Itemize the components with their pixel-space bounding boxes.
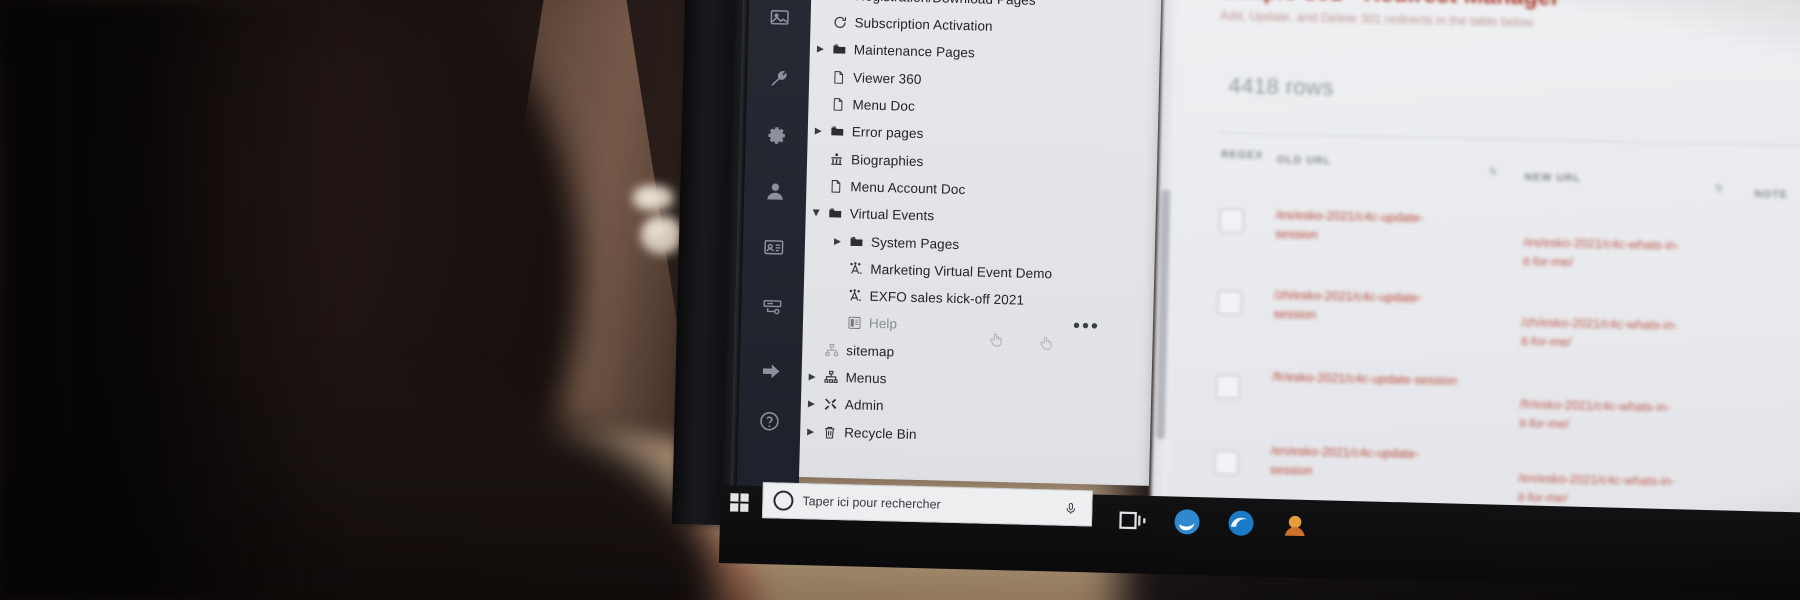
tree-node-label: Maintenance Pages [853, 42, 976, 61]
toolbox-icon[interactable] [747, 62, 810, 98]
page-a-icon [846, 287, 863, 304]
page-a-icon [847, 260, 864, 277]
refresh-icon [831, 14, 848, 31]
row-checkbox[interactable] [1215, 374, 1241, 400]
column-header-note: NOTE [1754, 188, 1789, 201]
column-header-new-url[interactable]: NEW URL [1525, 171, 1582, 184]
search-input[interactable]: Taper ici pour rechercher [762, 482, 1093, 527]
tree-node-label: Error pages [851, 124, 924, 142]
document-icon [830, 68, 847, 85]
tree-node[interactable]: ▶Viewer 360 [815, 62, 922, 93]
tree-node-label: Admin [844, 397, 884, 414]
cell-old-url[interactable]: /es/esko-2021/c4c-update-session [1275, 206, 1461, 249]
tree-node-label: Recycle Bin [844, 424, 917, 442]
folder-icon [827, 205, 844, 222]
row-checkbox[interactable] [1217, 290, 1243, 316]
lamp-control-lower [640, 215, 684, 255]
tree-toggle-icon[interactable]: ▶ [806, 426, 815, 436]
tree-node-label: Registration/Download Pages [855, 0, 1036, 8]
media-library-icon[interactable] [748, 0, 811, 35]
overflow-menu-button[interactable]: ••• [1073, 315, 1101, 338]
folder-icon [829, 123, 846, 140]
server-icon[interactable] [741, 290, 804, 326]
publish-icon[interactable] [739, 353, 802, 389]
sort-toggle-new-url[interactable]: ⇅ [1714, 183, 1723, 194]
menus-icon [822, 369, 839, 386]
document-icon [829, 96, 846, 113]
tree-node[interactable]: ▶ Admin [807, 390, 884, 420]
edge-icon[interactable] [1226, 508, 1257, 539]
tree-node-label: Menu Account Doc [850, 179, 966, 198]
tree-node-label: Menus [845, 370, 887, 387]
cell-new-url[interactable]: /fr/esko-2021/c4c-whats-in-it-for-me/ [1519, 395, 1680, 437]
photo-scene: ▶…and Regulations▶Registration/Download … [0, 0, 1800, 600]
tree-node[interactable]: ▶Biographies [813, 144, 924, 175]
folder-icon [831, 41, 848, 58]
folder-icon [848, 233, 865, 250]
sitemap-icon [823, 341, 840, 358]
tree-node-label: Viewer 360 [852, 69, 922, 87]
start-button[interactable] [728, 491, 751, 514]
help-icon[interactable] [738, 403, 801, 439]
document-icon [827, 178, 844, 195]
tree-node-label: Help [868, 316, 898, 332]
sort-toggle-old-url[interactable]: ⇅ [1489, 166, 1498, 177]
tree-node-label: sitemap [846, 342, 895, 360]
tree-node[interactable]: ▶Help [831, 309, 898, 339]
tree-node-label: System Pages [870, 234, 960, 252]
tree-node[interactable]: ▶sitemap [808, 335, 895, 365]
contact-card-icon[interactable] [742, 230, 805, 266]
app-icon [846, 315, 863, 332]
laptop-screen: ▶…and Regulations▶Registration/Download … [671, 0, 1800, 591]
content-tree-panel[interactable]: ▶…and Regulations▶Registration/Download … [799, 0, 1163, 486]
cell-old-url[interactable]: /zh/esko-2021/c4c-update-session [1273, 286, 1459, 329]
cell-new-url[interactable]: /zh/esko-2021/c4c-whats-in-it-for-me/ [1521, 313, 1682, 355]
column-header-old-url[interactable]: OLD URL [1277, 154, 1332, 167]
row-checkbox[interactable] [1219, 208, 1244, 234]
folder-icon [832, 0, 849, 4]
cell-new-url[interactable]: /es/esko-2021/c4c-whats-in-it-for-me/ [1523, 233, 1684, 275]
tree-node[interactable]: ▶Menu Doc [814, 90, 915, 121]
dark-foreground-gradient [0, 0, 330, 600]
row-count-label: 4418 rows [1228, 72, 1334, 101]
tree-node-label: Biographies [850, 151, 924, 169]
settings-icon[interactable] [745, 120, 808, 156]
hand-cursor [990, 333, 1002, 347]
tree-node[interactable]: ▶ Recycle Bin [806, 417, 917, 448]
lamp-control-upper [632, 185, 674, 211]
task-view-icon[interactable] [1118, 505, 1149, 536]
tree-toggle-icon[interactable]: ▶ [816, 44, 825, 54]
app-icon[interactable] [1280, 509, 1311, 540]
tree-node[interactable]: ▶ System Pages [833, 227, 960, 258]
page-subtitle: Add, Update, and Delete 301 redirects in… [1219, 8, 1534, 30]
tree-toggle-icon[interactable]: ▶ [812, 208, 822, 217]
tree-node[interactable]: ▶ Virtual Events [811, 199, 935, 230]
hand-cursor-secondary [1040, 336, 1052, 350]
tree-toggle-icon[interactable]: ▶ [807, 371, 816, 381]
tree-node-label: Subscription Activation [854, 15, 993, 34]
trash-icon [821, 423, 838, 440]
tools-icon [822, 396, 839, 413]
tree-node-label: Menu Doc [852, 97, 915, 114]
tree-node-label: EXFO sales kick-off 2021 [869, 288, 1025, 308]
column-header-regex: REGEX [1220, 148, 1264, 162]
internet-explorer-icon[interactable] [1172, 506, 1203, 537]
tree-toggle-icon[interactable]: ▶ [833, 235, 842, 245]
tree-toggle-icon[interactable]: ▶ [807, 399, 816, 409]
tree-node[interactable]: ▶ Menus [807, 363, 887, 393]
microphone-icon[interactable] [1064, 500, 1077, 518]
redirect-manager-panel[interactable]: Simple 301 - Redirect Manager Add, Updat… [1149, 0, 1800, 556]
tree-node[interactable]: ▶ Error pages [813, 117, 924, 148]
tree-toggle-icon[interactable]: ▶ [814, 126, 823, 136]
tree-node-label: Virtual Events [849, 206, 935, 224]
cell-old-url[interactable]: /en/esko-2021/c4c-update-session [1270, 442, 1456, 485]
search-placeholder: Taper ici pour rechercher [802, 494, 941, 512]
cell-old-url[interactable]: /fr/esko-2021/c4c-update-session [1272, 368, 1522, 393]
cortana-icon [773, 490, 794, 511]
user-icon[interactable] [744, 174, 807, 210]
table-top-divider [1217, 132, 1800, 148]
tree-node-label: Marketing Virtual Event Demo [870, 261, 1053, 282]
row-checkbox[interactable] [1214, 450, 1239, 476]
bio-icon [828, 150, 845, 167]
